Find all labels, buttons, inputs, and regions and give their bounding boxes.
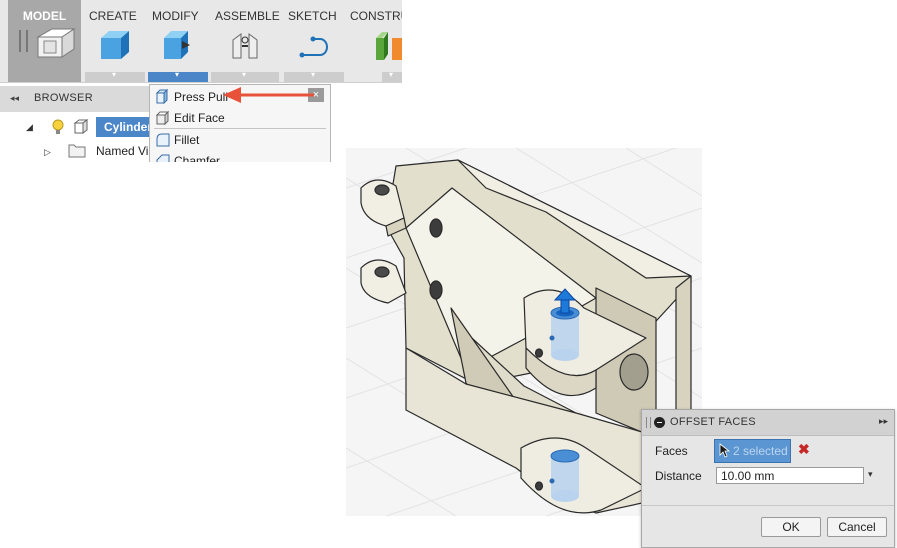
edit-face-icon bbox=[155, 110, 170, 126]
tab-modify-dropdown[interactable]: ▾ bbox=[148, 70, 208, 82]
menu-item-fillet[interactable]: Fillet bbox=[150, 129, 330, 150]
faces-value: 2 selected bbox=[733, 444, 788, 458]
chevron-down-icon: ▾ bbox=[175, 70, 180, 79]
distance-label: Distance bbox=[655, 469, 702, 483]
tab-create-label: CREATE bbox=[89, 9, 137, 23]
menu-item-label: Fillet bbox=[174, 133, 200, 147]
faces-select-button[interactable]: 2 selected bbox=[714, 439, 791, 463]
chevron-down-icon: ▾ bbox=[112, 70, 117, 79]
ribbon: MODEL CREATE ▾ MODIFY ▾ ASSEMBLE ▾ SKETC… bbox=[0, 0, 402, 83]
press-pull-tool-icon bbox=[164, 31, 190, 59]
tab-sketch-dropdown[interactable]: ▾ bbox=[284, 70, 344, 82]
tab-sketch-label: SKETCH bbox=[288, 9, 337, 23]
menu-item-chamfer[interactable]: Chamfer bbox=[150, 150, 330, 162]
tab-modify[interactable]: MODIFY ▾ bbox=[148, 0, 208, 82]
ok-button[interactable]: OK bbox=[761, 517, 821, 537]
dialog-title: OFFSET FACES bbox=[670, 416, 756, 428]
grip-icon[interactable] bbox=[646, 417, 651, 428]
box-icon bbox=[101, 31, 129, 59]
chevron-down-icon[interactable]: ▾ bbox=[868, 469, 873, 480]
model-workspace-icon bbox=[36, 28, 76, 58]
browser-title: BROWSER bbox=[34, 92, 93, 104]
sketch-curve-icon bbox=[299, 36, 328, 58]
tree-item-label: Named Vi bbox=[96, 144, 149, 158]
joint-icon bbox=[232, 33, 258, 59]
workspace-model-button[interactable]: MODEL bbox=[8, 0, 81, 82]
expand-down-icon[interactable]: ◢ bbox=[26, 122, 33, 133]
toolbar-panel: MODEL CREATE ▾ MODIFY ▾ ASSEMBLE ▾ SKETC… bbox=[0, 0, 402, 162]
offset-faces-dialog: OFFSET FACES ▸▸ Faces 2 selected ✖ Dista… bbox=[641, 409, 895, 548]
chevron-down-icon: ▾ bbox=[311, 70, 316, 79]
tab-assemble-label: ASSEMBLE bbox=[215, 9, 280, 23]
cancel-button[interactable]: Cancel bbox=[827, 517, 887, 537]
collapse-browser-icon[interactable]: ◂◂ bbox=[10, 93, 19, 104]
cursor-icon bbox=[719, 443, 731, 458]
fillet-icon bbox=[156, 133, 170, 147]
browser-header: ◂◂ BROWSER bbox=[0, 86, 150, 112]
menu-item-edit-face[interactable]: Edit Face bbox=[150, 107, 330, 128]
menu-item-label: Chamfer bbox=[174, 154, 221, 162]
expand-right-icon[interactable]: ▷ bbox=[44, 147, 51, 158]
tab-construct-label: CONSTRU bbox=[350, 9, 402, 23]
red-callout-arrow bbox=[223, 87, 314, 103]
collapse-icon[interactable] bbox=[654, 417, 665, 428]
lightbulb-icon[interactable] bbox=[50, 118, 66, 136]
tab-construct-dropdown[interactable]: ▾ bbox=[382, 70, 402, 82]
press-pull-icon bbox=[155, 89, 169, 105]
component-icon bbox=[73, 119, 89, 134]
chevron-down-icon: ▾ bbox=[242, 70, 247, 79]
tab-create-dropdown[interactable]: ▾ bbox=[85, 70, 145, 82]
distance-input[interactable] bbox=[716, 467, 864, 484]
menu-item-label: Edit Face bbox=[174, 111, 225, 125]
grip-icon bbox=[19, 30, 28, 52]
workspace-label: MODEL bbox=[22, 9, 67, 23]
faces-label: Faces bbox=[655, 444, 688, 458]
tab-construct[interactable]: CONSTRU ▾ bbox=[346, 0, 402, 82]
tab-sketch[interactable]: SKETCH ▾ bbox=[284, 0, 346, 82]
expand-dialog-icon[interactable]: ▸▸ bbox=[879, 416, 888, 427]
dialog-header[interactable]: OFFSET FACES ▸▸ bbox=[642, 410, 894, 436]
tab-modify-label: MODIFY bbox=[152, 9, 199, 23]
tab-assemble[interactable]: ASSEMBLE ▾ bbox=[211, 0, 281, 82]
menu-item-label: Press Pull bbox=[174, 90, 229, 104]
tree-item-label: Cylinder bbox=[104, 120, 153, 134]
tab-assemble-dropdown[interactable]: ▾ bbox=[211, 70, 279, 82]
tab-create[interactable]: CREATE ▾ bbox=[85, 0, 145, 82]
chamfer-icon bbox=[156, 154, 170, 162]
selected-face-lower[interactable] bbox=[549, 449, 580, 502]
chevron-down-icon: ▾ bbox=[389, 70, 394, 79]
clear-selection-icon[interactable]: ✖ bbox=[798, 441, 810, 458]
construct-plane-icon bbox=[376, 32, 402, 60]
folder-icon bbox=[68, 144, 86, 158]
